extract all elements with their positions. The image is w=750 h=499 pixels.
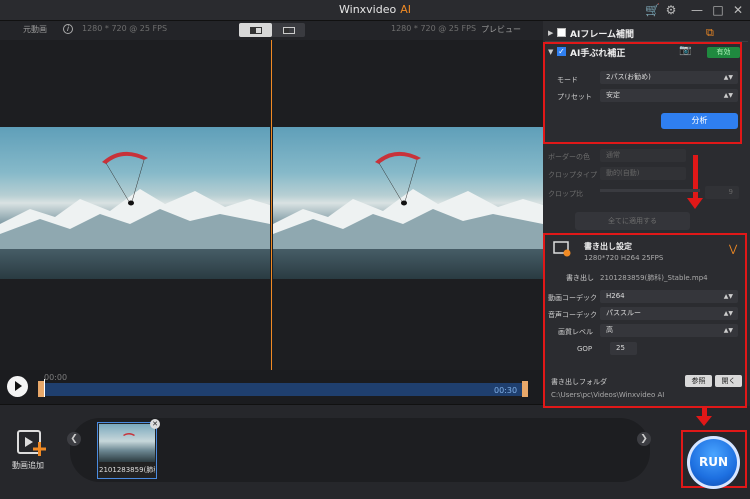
thumbnail-glider-icon — [123, 433, 135, 436]
cart-icon[interactable]: 🛒 — [645, 3, 660, 17]
add-video-icon — [17, 430, 46, 456]
open-folder-button[interactable]: 開く — [715, 375, 742, 387]
paraglider-graphic — [102, 151, 148, 206]
status-badge: 有効 — [707, 47, 740, 58]
frame-interp-checkbox[interactable] — [557, 28, 566, 37]
select-arrows-icon: ▲▼ — [723, 92, 733, 99]
export-settings-icon — [553, 241, 571, 257]
tray-next-arrow[interactable]: ❯ — [637, 432, 651, 446]
export-path: C:\Users\pc\Videos\Winxvideo AI — [551, 391, 665, 399]
crop-ratio-slider[interactable] — [600, 189, 700, 192]
source-label: 元動画 — [23, 25, 47, 34]
crop-type-value: 動的(自動) — [606, 169, 640, 177]
timeline-start-time: 00:00 — [44, 373, 68, 382]
export-name-field[interactable]: 2101283859(肺科)_Stable.mp4 — [600, 273, 708, 283]
output-info: 1280 * 720 @ 25 FPS — [391, 24, 477, 33]
crop-ratio-value: 9 — [728, 188, 733, 196]
minimize-icon[interactable]: — — [690, 3, 704, 17]
add-video-label: 動画追加 — [12, 461, 44, 470]
quality-select[interactable]: 高 ▲▼ — [600, 324, 738, 337]
preset-select[interactable]: 安定 ▲▼ — [600, 89, 738, 102]
quality-value: 高 — [606, 326, 613, 334]
video-codec-label: 動画コーデック — [548, 294, 597, 302]
view-mode-toggle[interactable] — [239, 23, 305, 37]
border-color-label: ボーダーの色 — [548, 153, 590, 161]
close-icon[interactable]: ✕ — [731, 3, 745, 17]
preview-video-frame — [273, 127, 543, 279]
playhead[interactable] — [44, 379, 45, 397]
video-codec-select[interactable]: H264 ▲▼ — [600, 290, 738, 303]
timeline-bar[interactable] — [41, 383, 528, 396]
stabilize-label: AI手ぶれ補正 — [570, 49, 626, 59]
thumbnail-label: 2101283859(肺科 — [99, 466, 155, 474]
split-view-button[interactable] — [272, 23, 305, 37]
preset-value: 安定 — [606, 91, 620, 99]
export-arrow-shaft — [693, 155, 698, 200]
gop-input[interactable]: 25 — [610, 342, 637, 355]
collapse-chevron-icon[interactable]: ⋁ — [729, 244, 737, 255]
play-button[interactable] — [7, 376, 28, 397]
info-icon[interactable]: i — [63, 24, 73, 34]
mode-label: モード — [557, 76, 578, 84]
timeline-end-handle[interactable] — [522, 381, 528, 397]
export-arrow-head — [687, 198, 703, 209]
split-view-icon — [282, 26, 295, 34]
collapse-arrow-icon[interactable]: ▶ — [548, 29, 553, 37]
compare-divider[interactable] — [271, 40, 272, 370]
select-arrows-icon: ▲▼ — [723, 74, 733, 81]
timeline-end-time: 00:30 — [494, 386, 518, 395]
preview-label: プレビュー — [481, 25, 521, 34]
video-codec-value: H264 — [606, 292, 625, 300]
single-view-button[interactable] — [239, 23, 272, 37]
paraglider-graphic — [375, 151, 421, 206]
export-settings-sub: 1280*720 H264 25FPS — [584, 254, 664, 262]
select-arrows-icon: ▲▼ — [723, 327, 733, 334]
border-color-value: 通常 — [606, 151, 620, 159]
crop-ratio-input[interactable]: 9 — [705, 186, 739, 199]
app-title: Winxvideo AI — [0, 3, 750, 16]
thumbnail-remove-icon[interactable]: ✕ — [150, 419, 160, 429]
gop-label: GOP — [577, 345, 593, 353]
thumbnail-image — [99, 424, 155, 462]
audio-codec-value: パススルー — [606, 309, 641, 317]
audio-codec-select[interactable]: パススルー ▲▼ — [600, 307, 738, 320]
apply-all-button[interactable]: 全てに適用する — [575, 212, 690, 230]
mode-value: 2パス(お勧め) — [606, 73, 651, 81]
restore-icon[interactable]: □ — [711, 3, 725, 17]
export-folder-label: 書き出しフォルダ — [551, 378, 607, 386]
run-arrow-head — [696, 416, 712, 426]
compare-icon[interactable]: ⧉ — [706, 26, 714, 40]
original-video-frame — [0, 127, 270, 279]
gop-value: 25 — [616, 344, 625, 352]
preset-label: プリセット — [557, 93, 592, 101]
app-suffix: AI — [400, 3, 411, 16]
settings-icon[interactable]: ⚙ — [664, 3, 678, 17]
select-arrows-icon: ▲▼ — [723, 293, 733, 300]
app-name: Winxvideo — [339, 3, 397, 16]
border-color-select[interactable]: 通常 — [600, 149, 686, 162]
export-name-label: 書き出し — [566, 274, 594, 282]
analyze-button[interactable]: 分析 — [661, 113, 738, 129]
mode-select[interactable]: 2パス(お勧め) ▲▼ — [600, 71, 738, 84]
crop-type-select[interactable]: 動的(自動) — [600, 167, 686, 180]
crop-ratio-label: クロップ比 — [548, 190, 583, 198]
source-info: 1280 * 720 @ 25 FPS — [82, 24, 168, 33]
quality-label: 画質レベル — [558, 328, 593, 336]
browse-button[interactable]: 参照 — [685, 375, 712, 387]
frame-interp-label: AIフレーム補間 — [570, 30, 635, 40]
single-view-icon — [249, 26, 262, 34]
tray-prev-arrow[interactable]: ❮ — [67, 432, 81, 446]
run-button[interactable]: RUN — [687, 436, 740, 489]
expand-arrow-icon[interactable]: ▼ — [548, 48, 553, 56]
audio-codec-label: 音声コーデック — [548, 311, 597, 319]
crop-type-label: クロップタイプ — [548, 171, 597, 179]
select-arrows-icon: ▲▼ — [723, 310, 733, 317]
stabilize-checkbox[interactable]: ✓ — [557, 47, 566, 56]
snapshot-icon[interactable]: 📷 — [679, 45, 691, 56]
export-settings-title: 書き出し設定 — [584, 242, 632, 251]
